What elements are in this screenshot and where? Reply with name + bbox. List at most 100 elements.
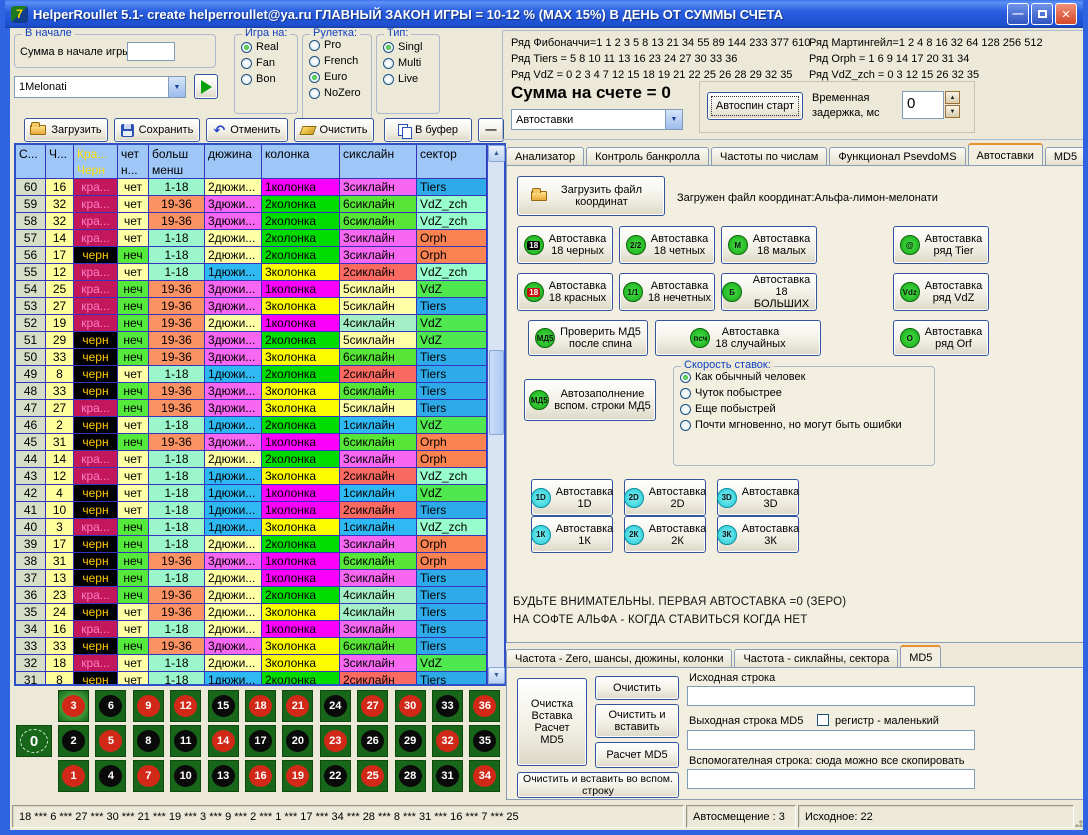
board-cell[interactable]: 34 xyxy=(469,760,500,792)
board-cell[interactable]: 28 xyxy=(395,760,426,792)
bet-button[interactable]: МД5Автозаполнениевспом. строки МД5 xyxy=(524,379,656,421)
table-row[interactable]: 3333черннеч19-363дюжи...3колонка6сиклайн… xyxy=(16,638,487,655)
radio-option[interactable]: Multi xyxy=(383,57,439,69)
collapse-button[interactable]: — xyxy=(478,118,504,142)
table-row[interactable]: 5832кра...чет19-363дюжи...2колонка6сикла… xyxy=(16,213,487,230)
column-header[interactable] xyxy=(46,162,74,179)
delay-value[interactable]: 0 xyxy=(902,91,944,119)
bet-button[interactable]: МАвтоставка18 малых xyxy=(721,226,817,264)
radio-icon[interactable] xyxy=(309,40,320,51)
board-cell[interactable]: 30 xyxy=(395,690,426,722)
chevron-down-icon[interactable]: ▼ xyxy=(168,77,185,97)
bet-button[interactable]: псчАвтоставка18 случайных xyxy=(655,320,821,356)
output-string-input[interactable] xyxy=(687,730,975,750)
radio-option[interactable]: Pro xyxy=(309,39,371,51)
board-cell[interactable]: 10 xyxy=(170,760,201,792)
column-header[interactable] xyxy=(205,162,262,179)
radio-option[interactable]: Real xyxy=(241,41,297,53)
clear-button[interactable]: Очистить xyxy=(294,118,374,142)
main-tab[interactable]: Контроль банкролла xyxy=(586,147,709,166)
profile-combo[interactable]: 1Melonati ▼ xyxy=(14,76,186,98)
radio-icon[interactable] xyxy=(309,56,320,67)
bet-button[interactable]: 3КАвтоставка3К xyxy=(717,516,799,553)
table-row[interactable]: 5129черннеч19-363дюжи...2колонка5сиклайн… xyxy=(16,332,487,349)
md5-clear-button[interactable]: Очистить xyxy=(595,676,679,700)
table-row[interactable]: 5327кра...неч19-363дюжи...3колонка5сикла… xyxy=(16,298,487,315)
table-row[interactable]: 5219кра...неч19-362дюжи...1колонка4сикла… xyxy=(16,315,487,332)
table-row[interactable]: 3831черннеч19-363дюжи...1колонка6сиклайн… xyxy=(16,553,487,570)
table-row[interactable]: 5512кра...чет1-181дюжи...3колонка2сиклай… xyxy=(16,264,487,281)
radio-option[interactable]: Почти мгновенно, но могут быть ошибки xyxy=(680,419,934,431)
source-string-input[interactable] xyxy=(687,686,975,706)
column-header[interactable] xyxy=(417,162,487,179)
md5-clear-paste-button[interactable]: Очистить и вставить xyxy=(595,704,679,738)
table-row[interactable]: 3713черннеч1-182дюжи...1колонка3сиклайнT… xyxy=(16,570,487,587)
board-cell[interactable]: 7 xyxy=(133,760,164,792)
main-tab[interactable]: MD5 xyxy=(1045,147,1086,166)
board-cell[interactable]: 5 xyxy=(95,725,126,757)
bet-button[interactable]: 1DАвтоставка1D xyxy=(531,479,613,516)
board-cell[interactable]: 14 xyxy=(208,725,239,757)
board-cell[interactable]: 21 xyxy=(282,690,313,722)
maximize-button[interactable] xyxy=(1031,3,1053,25)
md5-clear-paste-aux-button[interactable]: Очистить и вставить во вспом. строку xyxy=(517,772,679,798)
column-header[interactable] xyxy=(262,162,340,179)
radio-icon[interactable] xyxy=(680,388,691,399)
radio-option[interactable]: French xyxy=(309,55,371,67)
table-row[interactable]: 3218кра...чет1-182дюжи...3колонка3сиклай… xyxy=(16,655,487,672)
board-cell[interactable]: 27 xyxy=(357,690,388,722)
minimize-button[interactable]: — xyxy=(1007,3,1029,25)
main-tab[interactable]: Анализатор xyxy=(506,147,584,166)
table-row[interactable]: 4312кра...чет1-181дюжи...3колонка2сиклай… xyxy=(16,468,487,485)
autospin-start-button[interactable]: Автоспин старт xyxy=(707,92,803,120)
board-cell[interactable]: 19 xyxy=(282,760,313,792)
radio-icon[interactable] xyxy=(680,404,691,415)
bet-button[interactable]: 2/2Автоставка18 четных xyxy=(619,226,715,264)
board-cell[interactable]: 8 xyxy=(133,725,164,757)
radio-icon[interactable] xyxy=(680,372,691,383)
table-row[interactable]: 6016кра...чет1-182дюжи...1колонка3сиклай… xyxy=(16,179,487,196)
column-header[interactable]: Ч... xyxy=(46,145,74,162)
board-cell[interactable]: 3 xyxy=(58,690,89,722)
board-cell[interactable]: 23 xyxy=(320,725,351,757)
board-cell[interactable]: 2 xyxy=(58,725,89,757)
table-row[interactable]: 403кра...неч1-181дюжи...3колонка1сиклайн… xyxy=(16,519,487,536)
radio-icon[interactable] xyxy=(309,88,320,99)
table-row[interactable]: 3623кра...неч19-362дюжи...2колонка4сикла… xyxy=(16,587,487,604)
radio-icon[interactable] xyxy=(383,74,394,85)
board-cell[interactable]: 6 xyxy=(95,690,126,722)
board-cell[interactable]: 22 xyxy=(320,760,351,792)
table-row[interactable]: 5425кра...неч19-363дюжи...1колонка5сикла… xyxy=(16,281,487,298)
bet-button[interactable]: ОАвтоставкаряд Orf xyxy=(893,320,989,356)
column-header[interactable]: Кра... xyxy=(74,145,118,162)
table-row[interactable]: 498чернчет1-181дюжи...2колонка2сиклайнTi… xyxy=(16,366,487,383)
register-checkbox[interactable] xyxy=(817,714,829,726)
table-row[interactable]: 3416кра...чет1-182дюжи...1колонка3сиклай… xyxy=(16,621,487,638)
radio-option[interactable]: Fan xyxy=(241,57,297,69)
table-row[interactable]: 5033черннеч19-363дюжи...3колонка6сиклайн… xyxy=(16,349,487,366)
column-header[interactable]: сектор xyxy=(417,145,487,162)
table-row[interactable]: 5617черннеч1-182дюжи...2колонка3сиклайнO… xyxy=(16,247,487,264)
main-tab[interactable]: Автоставки xyxy=(968,143,1043,165)
md5-calc-button[interactable]: Расчет MD5 xyxy=(595,742,679,768)
radio-option[interactable]: Чуток побыстрее xyxy=(680,387,934,399)
chevron-down-icon[interactable]: ▼ xyxy=(665,110,682,129)
board-cell[interactable]: 24 xyxy=(320,690,351,722)
column-header[interactable]: сикслайн xyxy=(340,145,417,162)
spinner-up-icon[interactable]: ▲ xyxy=(945,91,960,104)
radio-option[interactable]: Как обычный человек xyxy=(680,371,934,383)
bottom-tab[interactable]: Частота - Zero, шансы, дюжины, колонки xyxy=(506,649,732,668)
board-cell[interactable]: 20 xyxy=(282,725,313,757)
scroll-up-icon[interactable]: ▲ xyxy=(488,145,505,162)
to-buffer-button[interactable]: В буфер xyxy=(384,118,472,142)
table-row[interactable]: 4531черннеч19-363дюжи...1колонка6сиклайн… xyxy=(16,434,487,451)
board-cell[interactable]: 16 xyxy=(245,760,276,792)
bottom-tab[interactable]: MD5 xyxy=(900,645,941,667)
radio-option[interactable]: Bon xyxy=(241,73,297,85)
table-row[interactable]: 4727кра...неч19-363дюжи...3колонка5сикла… xyxy=(16,400,487,417)
bet-button[interactable]: БАвтоставка18 БОЛЬШИХ xyxy=(721,273,817,311)
column-header[interactable] xyxy=(16,162,46,179)
bet-button[interactable]: 18Автоставка18 черных xyxy=(517,226,613,264)
resize-grip[interactable] xyxy=(1074,815,1086,827)
board-cell[interactable]: 9 xyxy=(133,690,164,722)
